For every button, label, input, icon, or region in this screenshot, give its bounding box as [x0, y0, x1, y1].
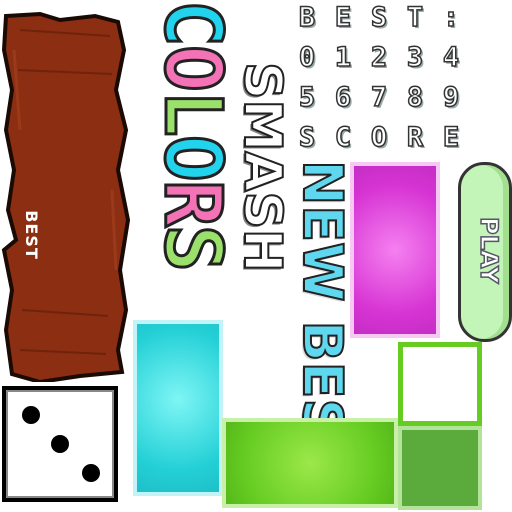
title-letter: L [146, 88, 239, 136]
play-label: PLAY [474, 216, 504, 284]
glyph: 8 [406, 81, 424, 114]
glyph: S [298, 121, 316, 154]
glyph: 6 [334, 81, 352, 114]
glyph: 9 [442, 81, 460, 114]
title-colors: COLORS [146, 0, 239, 271]
dark-green-tile [398, 426, 482, 510]
glyph: 2 [370, 41, 388, 74]
dice-three-icon[interactable] [2, 386, 118, 502]
title-letter: C [146, 0, 239, 46]
title-letter: R [146, 178, 239, 226]
glyph: 0 [298, 41, 316, 74]
cyan-tile [133, 320, 223, 496]
glyph: O [370, 121, 388, 154]
glyph: T [406, 1, 424, 34]
play-button[interactable]: PLAY [458, 162, 512, 342]
outline-frame-tile [398, 342, 482, 426]
glyph: B [298, 1, 316, 34]
glyph: E [442, 121, 460, 154]
plank-label: BEST [22, 210, 41, 260]
title-letter: O [146, 133, 239, 181]
magenta-tile [350, 162, 440, 338]
glyph: 1 [334, 41, 352, 74]
glyph: R [406, 121, 424, 154]
dice-pip [82, 464, 100, 482]
glyph: 7 [370, 81, 388, 114]
title-smash: SMASH [231, 61, 293, 273]
title-letter: S [146, 223, 239, 271]
dice-pip [51, 435, 69, 453]
glyph: 4 [442, 41, 460, 74]
green-tile [222, 418, 398, 508]
glyph: : [442, 1, 460, 34]
glyph: C [334, 121, 352, 154]
glyph: 5 [298, 81, 316, 114]
dice-pip [22, 406, 40, 424]
glyph: 3 [406, 41, 424, 74]
glyph: E [334, 1, 352, 34]
glyph: S [370, 1, 388, 34]
title-letter: O [146, 43, 239, 91]
